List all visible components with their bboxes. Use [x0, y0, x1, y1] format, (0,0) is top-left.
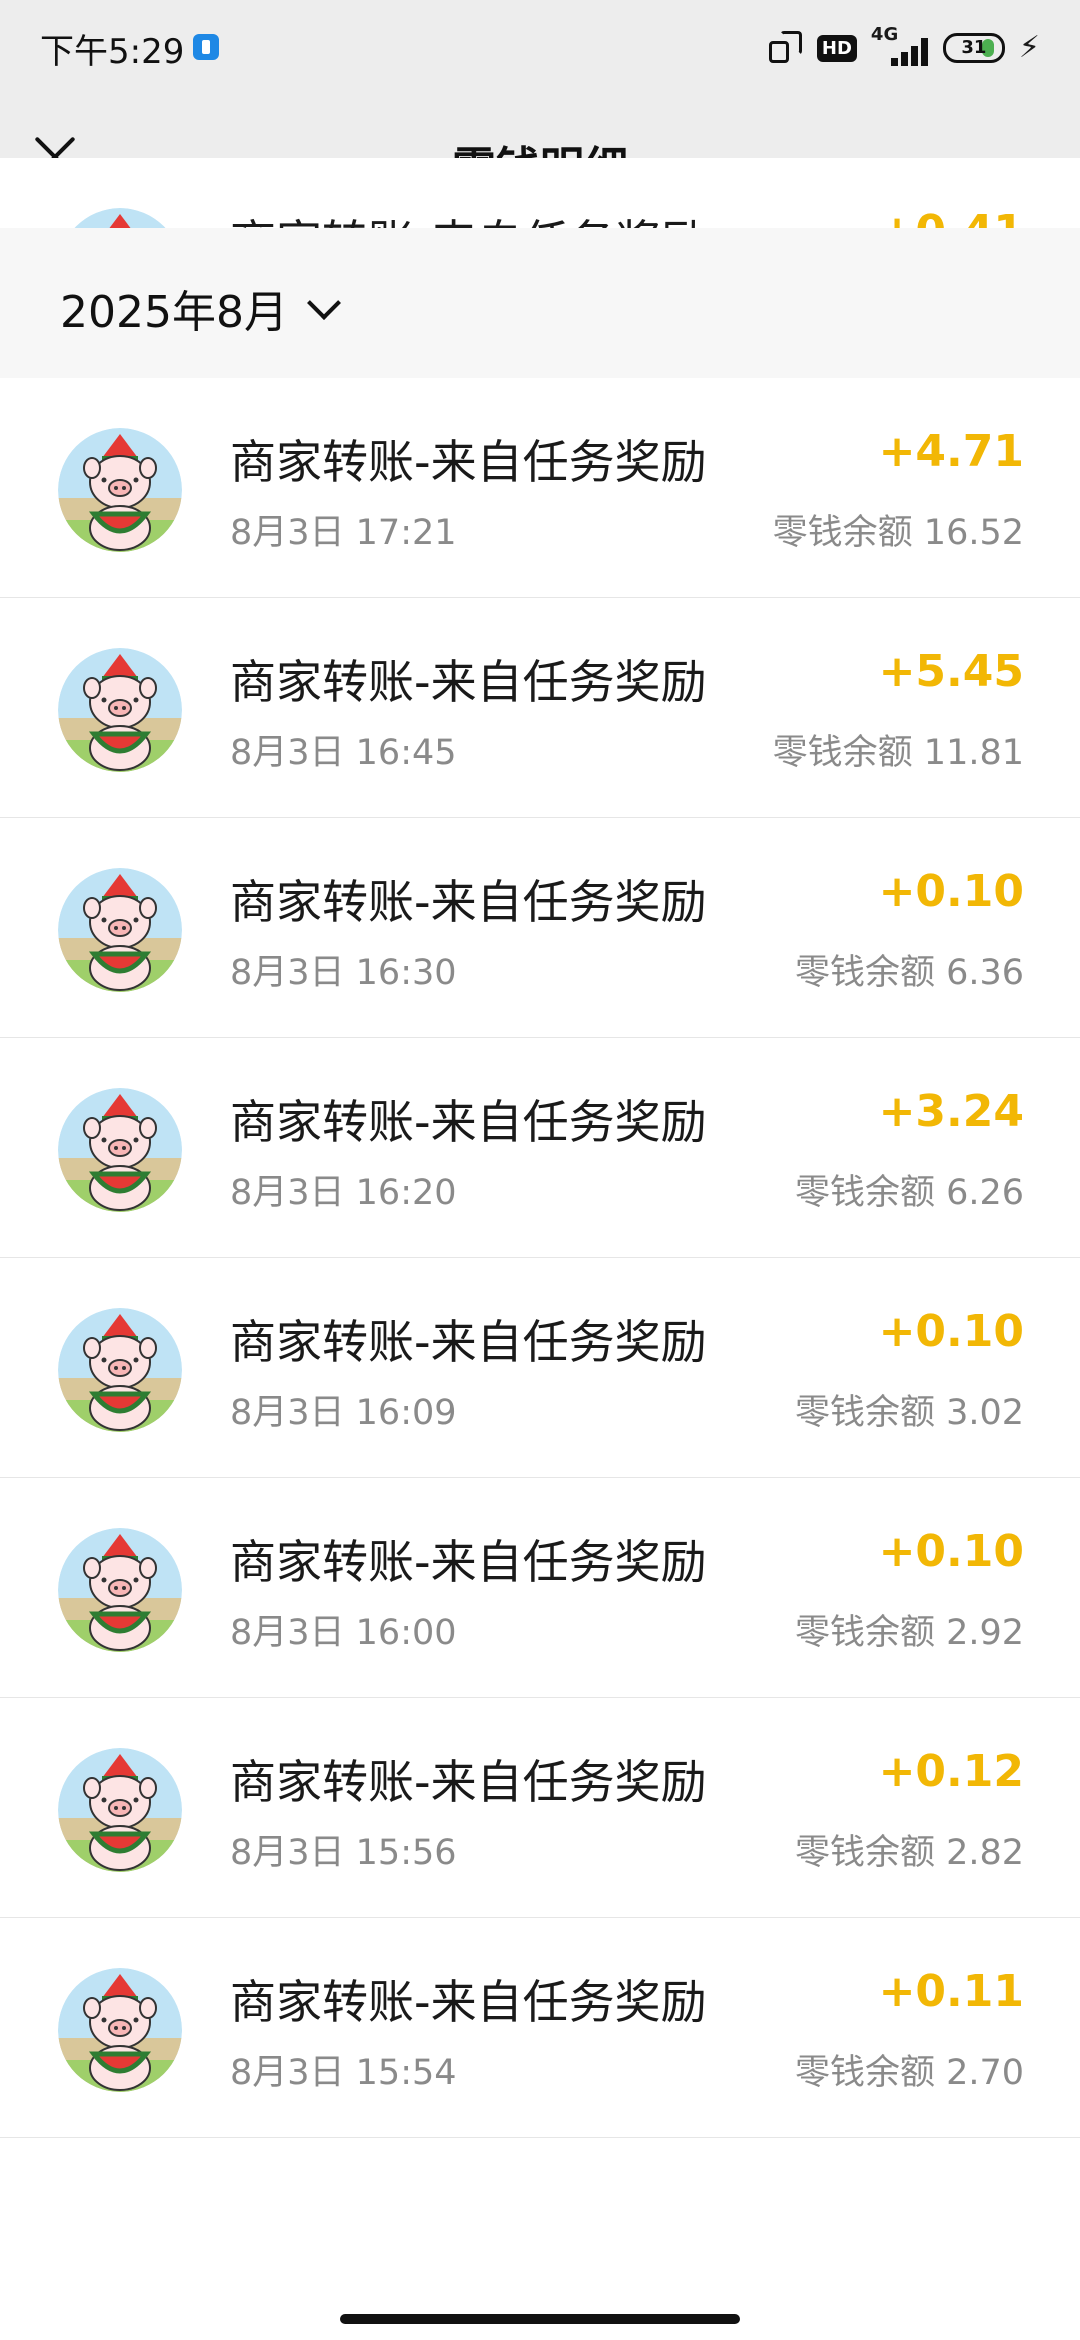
transaction-time: 8月3日 15:56 — [230, 1833, 457, 1873]
transaction-balance: 零钱余额 2.70 — [794, 2053, 1024, 2093]
avatar — [58, 868, 182, 992]
status-icons: HD 4G 31 ⚡ — [768, 24, 1040, 70]
transaction-time: 8月3日 16:20 — [230, 1173, 457, 1213]
transaction-amount: +0.12 — [878, 1746, 1024, 1797]
transaction-balance: 零钱余额 16.52 — [772, 513, 1024, 553]
avatar — [58, 1528, 182, 1652]
transaction-amount: +0.11 — [878, 1966, 1024, 2017]
transaction-time: 8月3日 15:54 — [230, 2053, 457, 2093]
transaction-time: 8月3日 16:30 — [230, 953, 457, 993]
battery-level: 31 — [961, 37, 987, 58]
avatar — [58, 1308, 182, 1432]
transaction-amount: +0.10 — [878, 1306, 1024, 1357]
month-filter-bar: 2025年8月 — [0, 228, 1080, 378]
transaction-row[interactable]: 商家转账-来自任务奖励 8月3日 16:20 +3.24 零钱余额 6.26 — [0, 1038, 1080, 1258]
transaction-time: 8月3日 17:21 — [230, 513, 457, 553]
transaction-title: 商家转账-来自任务奖励 — [230, 435, 707, 489]
transaction-balance: 零钱余额 2.82 — [794, 1833, 1024, 1873]
transaction-time: 8月3日 16:45 — [230, 733, 457, 773]
transaction-list: 商家转账-来自任务奖励 8月3日 17:21 +0.41 零钱余额 16.93 — [0, 158, 1080, 2138]
status-bar: 下午5:29 HD 4G 31 ⚡ — [0, 0, 1080, 96]
transaction-title: 商家转账-来自任务奖励 — [230, 1315, 707, 1369]
charging-icon: ⚡ — [1018, 30, 1040, 65]
transaction-row[interactable]: 商家转账-来自任务奖励 8月3日 16:09 +0.10 零钱余额 3.02 — [0, 1258, 1080, 1478]
transaction-row[interactable]: 商家转账-来自任务奖励 8月3日 17:21 +4.71 零钱余额 16.52 — [0, 378, 1080, 598]
chevron-down-icon — [307, 286, 341, 320]
transaction-time: 8月3日 16:00 — [230, 1613, 457, 1653]
transaction-row[interactable]: 商家转账-来自任务奖励 8月3日 16:00 +0.10 零钱余额 2.92 — [0, 1478, 1080, 1698]
transaction-row[interactable]: 商家转账-来自任务奖励 8月3日 16:30 +0.10 零钱余额 6.36 — [0, 818, 1080, 1038]
hd-icon: HD — [816, 34, 857, 62]
transaction-balance: 零钱余额 3.02 — [794, 1393, 1024, 1433]
battery-icon: 31 — [942, 33, 1005, 63]
transaction-title: 商家转账-来自任务奖励 — [230, 875, 707, 929]
status-time: 下午5:29 — [40, 32, 185, 72]
transaction-title: 商家转账-来自任务奖励 — [230, 1095, 707, 1149]
avatar — [58, 1088, 182, 1212]
signal-icon: 4G — [871, 24, 929, 66]
transaction-balance: 零钱余额 6.36 — [794, 953, 1024, 993]
home-indicator[interactable] — [340, 2314, 740, 2324]
transaction-amount: +5.45 — [878, 646, 1024, 697]
transaction-amount: +0.10 — [878, 866, 1024, 917]
network-type: 4G — [870, 24, 899, 45]
transaction-amount: +3.24 — [878, 1086, 1024, 1137]
avatar — [58, 428, 182, 552]
transaction-row[interactable]: 商家转账-来自任务奖励 8月3日 15:56 +0.12 零钱余额 2.82 — [0, 1698, 1080, 1918]
app-notification-icon — [193, 34, 219, 60]
transaction-title: 商家转账-来自任务奖励 — [230, 1535, 707, 1589]
transaction-balance: 零钱余额 11.81 — [772, 733, 1024, 773]
month-label: 2025年8月 — [60, 287, 288, 338]
avatar — [58, 1748, 182, 1872]
transaction-title: 商家转账-来自任务奖励 — [230, 655, 707, 709]
transaction-title: 商家转账-来自任务奖励 — [230, 1975, 707, 2029]
transaction-title: 商家转账-来自任务奖励 — [230, 1755, 707, 1809]
avatar — [58, 1968, 182, 2092]
transaction-balance: 零钱余额 2.92 — [794, 1613, 1024, 1653]
transaction-time: 8月3日 16:09 — [230, 1393, 457, 1433]
transaction-row[interactable]: 商家转账-来自任务奖励 8月3日 16:45 +5.45 零钱余额 11.81 — [0, 598, 1080, 818]
transaction-amount: +0.10 — [878, 1526, 1024, 1577]
home-indicator-area — [0, 2292, 1080, 2340]
transaction-balance: 零钱余额 6.26 — [794, 1173, 1024, 1213]
transaction-row[interactable]: 商家转账-来自任务奖励 8月3日 15:54 +0.11 零钱余额 2.70 — [0, 1918, 1080, 2138]
transaction-amount: +4.71 — [878, 426, 1024, 477]
month-selector[interactable]: 2025年8月 — [60, 276, 341, 340]
screen-cast-icon — [768, 31, 803, 65]
avatar — [58, 648, 182, 772]
